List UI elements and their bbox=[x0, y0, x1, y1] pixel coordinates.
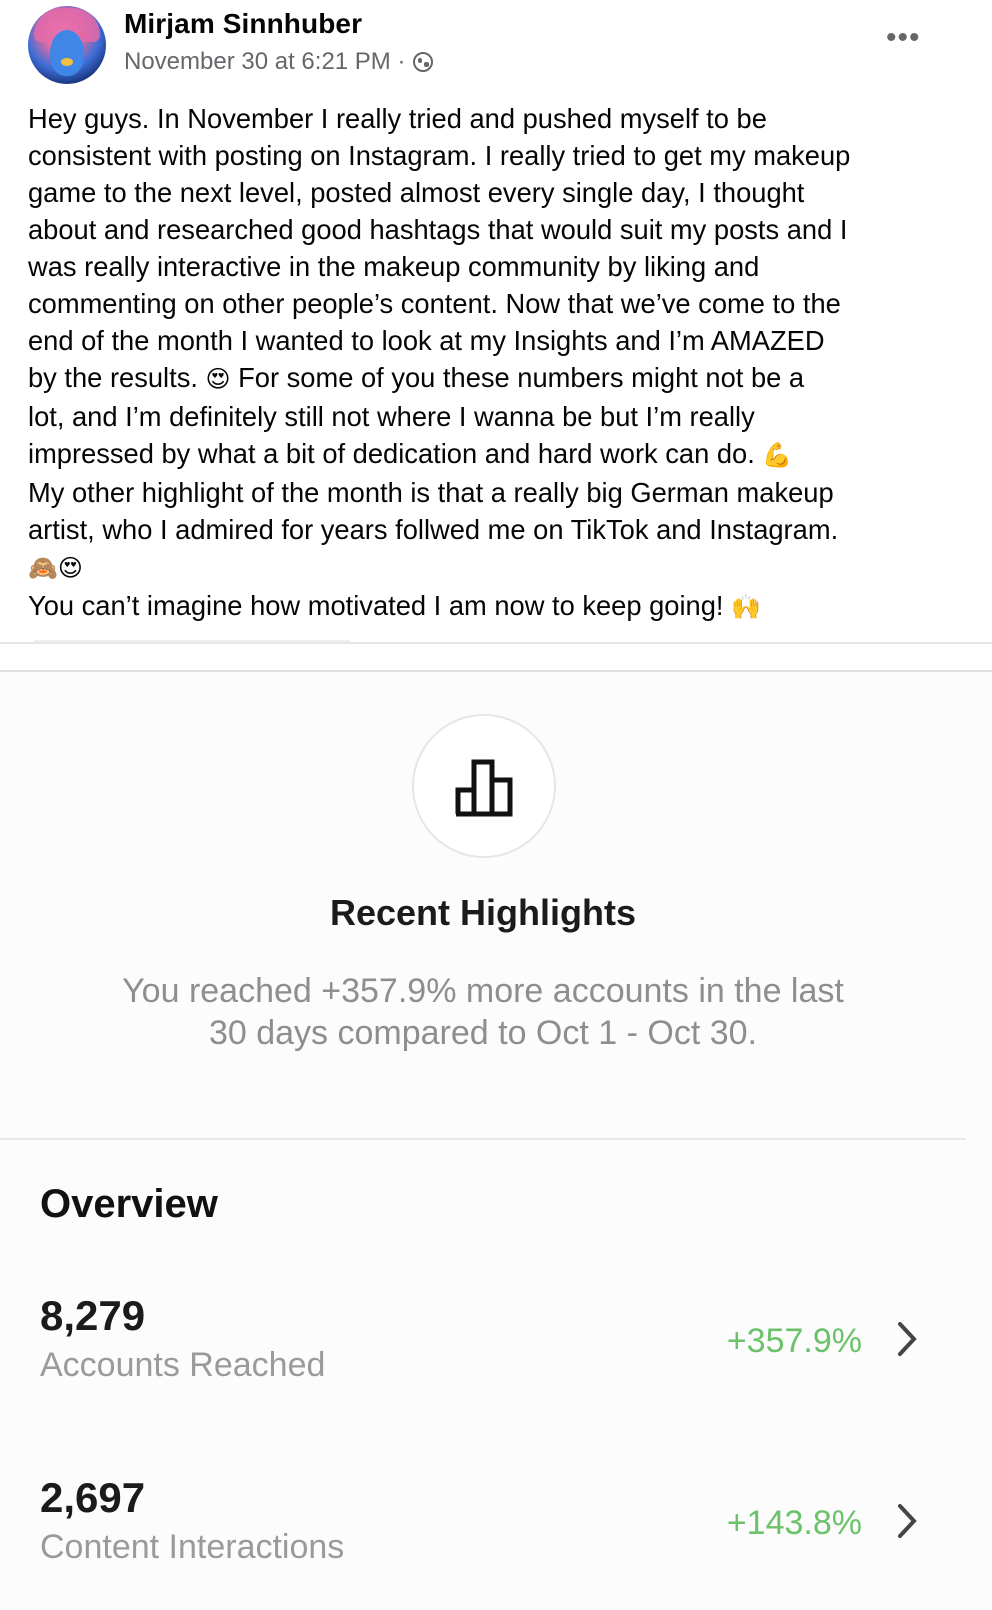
post-line: impressed by what a bit of dedication an… bbox=[28, 438, 763, 469]
chevron-right-icon[interactable] bbox=[892, 1314, 922, 1364]
metric-label: Content Interactions bbox=[40, 1528, 345, 1566]
metric-label: Accounts Reached bbox=[40, 1346, 326, 1384]
post-line: about and researched good hashtags that … bbox=[28, 214, 848, 245]
post-meta: November 30 at 6:21 PM · bbox=[124, 48, 434, 76]
metric-value: 2,697 bbox=[40, 1474, 146, 1521]
metric-delta: +357.9% bbox=[726, 1322, 862, 1360]
more-options-icon[interactable]: ••• bbox=[886, 23, 921, 53]
metric-value: 8,279 bbox=[40, 1292, 146, 1339]
post-line: lot, and I’m definitely still not where … bbox=[28, 401, 755, 432]
divider bbox=[0, 1138, 966, 1140]
post-line: My other highlight of the month is that … bbox=[28, 477, 834, 508]
monkey-heart-eyes-emoji-icon: 🙈😍 bbox=[28, 554, 83, 582]
post-timestamp[interactable]: November 30 at 6:21 PM · bbox=[124, 48, 405, 76]
metric-delta: +143.8% bbox=[726, 1504, 862, 1542]
author-name[interactable]: Mirjam Sinnhuber bbox=[124, 8, 362, 40]
bar-chart-icon bbox=[412, 714, 556, 858]
post-line: You can’t imagine how motivated I am now… bbox=[28, 590, 732, 621]
post-line: game to the next level, posted almost ev… bbox=[28, 177, 805, 208]
globe-icon bbox=[413, 52, 434, 72]
post-line: was really interactive in the makeup com… bbox=[28, 251, 760, 282]
metric-row-content-interactions[interactable]: 2,697 Content Interactions +143.8% bbox=[0, 1474, 966, 1584]
heart-eyes-emoji-icon: 😍 bbox=[205, 365, 231, 393]
chevron-right-icon[interactable] bbox=[892, 1496, 922, 1546]
overview-title: Overview bbox=[40, 1182, 218, 1226]
post-line: consistent with posting on Instagram. I … bbox=[28, 140, 851, 171]
post-line: artist, who I admired for years follwed … bbox=[28, 514, 839, 545]
raising-hands-emoji-icon: 🙌 bbox=[731, 593, 761, 621]
metric-row-accounts-reached[interactable]: 8,279 Accounts Reached +357.9% bbox=[0, 1292, 966, 1402]
avatar[interactable] bbox=[28, 6, 106, 84]
post-line: For some of you these numbers might not … bbox=[230, 362, 805, 393]
post-line: commenting on other people’s content. No… bbox=[28, 288, 841, 319]
insights-screenshot[interactable]: Recent Highlights You reached +357.9% mo… bbox=[0, 670, 992, 1610]
divider bbox=[0, 642, 992, 644]
post-body: Hey guys. In November I really tried and… bbox=[28, 100, 958, 626]
post-line: Hey guys. In November I really tried and… bbox=[28, 103, 767, 134]
post-header: Mirjam Sinnhuber November 30 at 6:21 PM … bbox=[0, 0, 992, 96]
highlights-title: Recent Highlights bbox=[329, 892, 637, 933]
highlights-text: You reached +357.9% more accounts in the… bbox=[122, 972, 844, 1052]
post-line: end of the month I wanted to look at my … bbox=[28, 325, 825, 356]
flexed-biceps-emoji-icon: 💪 bbox=[762, 441, 793, 469]
post-line: by the results. bbox=[28, 362, 206, 393]
